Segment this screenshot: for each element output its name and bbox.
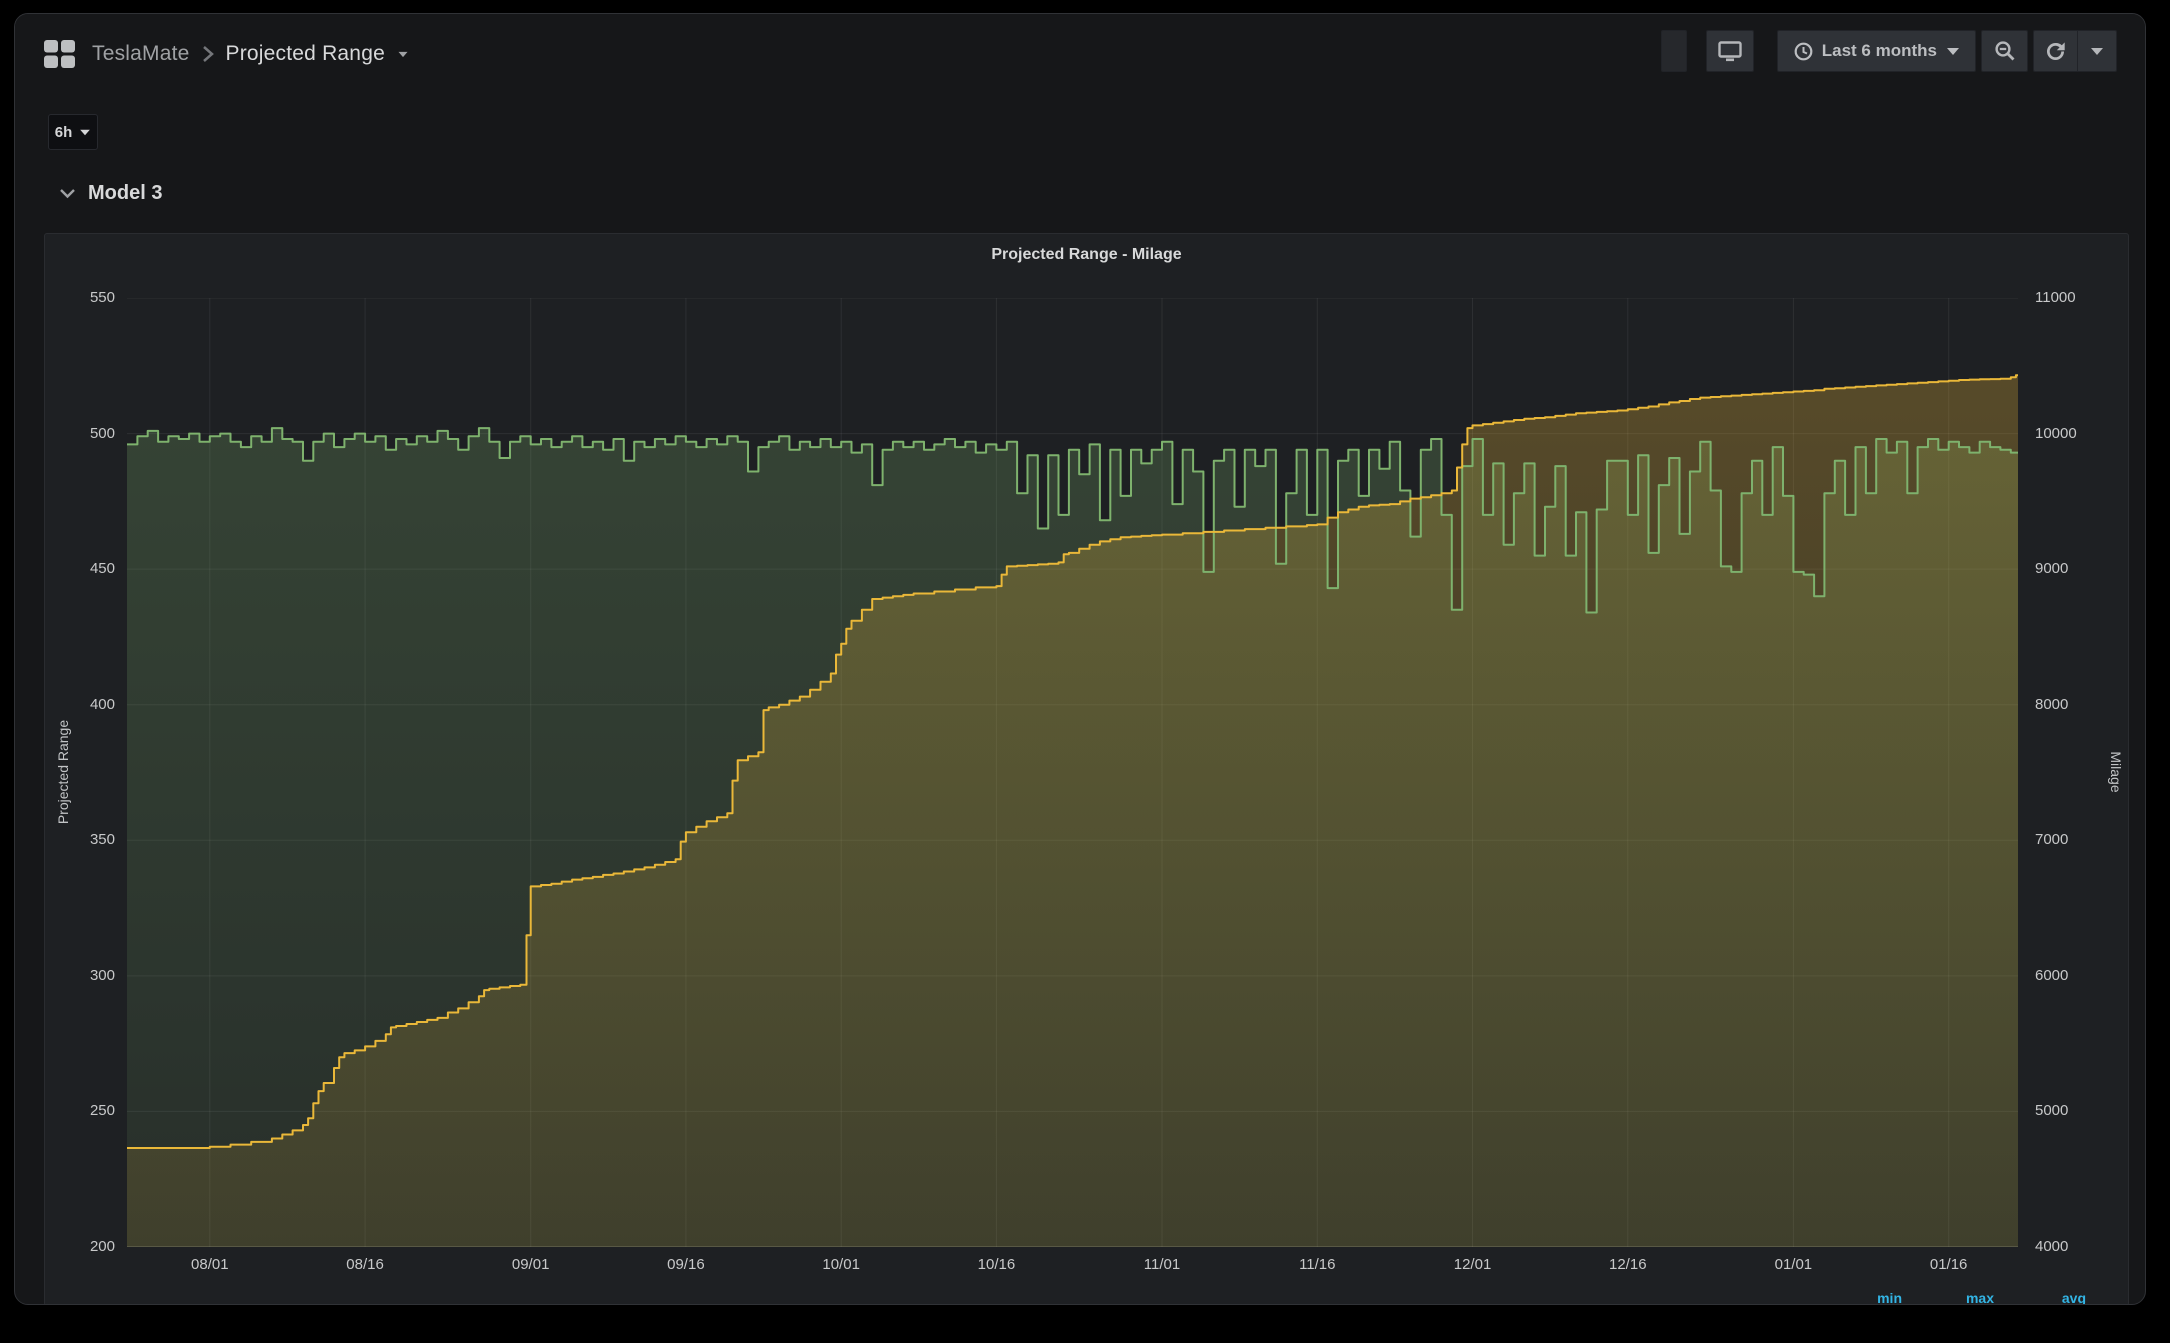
y-right-tick-11000: 11000 (2035, 289, 2076, 306)
y-left-tick-300: 300 (89, 966, 115, 984)
y-right-tick-10000: 10000 (2035, 424, 2077, 442)
refresh-button-group (2033, 30, 2117, 72)
y-left-tick-350: 350 (89, 831, 115, 849)
refresh-caret-icon (2091, 47, 2103, 55)
time-range-picker[interactable]: Last 6 months (1776, 30, 1976, 72)
y-right-tick-7000: 7000 (2035, 831, 2069, 849)
plot-area[interactable] (127, 297, 2018, 1248)
row-header-model3[interactable]: Model 3 (59, 180, 162, 206)
refresh-interval-dropdown[interactable] (2077, 30, 2117, 72)
breadcrumb-app-name[interactable]: TeslaMate (92, 42, 190, 66)
interval-caret-icon (80, 129, 91, 135)
x-tick-09/16: 09/16 (667, 1256, 705, 1273)
chart-canvas[interactable] (127, 297, 2018, 1248)
dashboard-title-caret-icon[interactable] (398, 51, 408, 57)
y-left-tick-200: 200 (89, 1238, 115, 1255)
cycle-view-button[interactable] (1705, 30, 1754, 72)
x-tick-12/16: 12/16 (1609, 1256, 1647, 1273)
y-left-tick-400: 400 (89, 695, 115, 713)
grafana-window: TeslaMate Projected Range Last 6 months … (14, 13, 2146, 1305)
y-right-tick-9000: 9000 (2035, 560, 2069, 578)
breadcrumb: TeslaMate Projected Range (44, 36, 409, 72)
breadcrumb-dashboard-title[interactable]: Projected Range (226, 42, 385, 66)
monitor-icon (1718, 40, 1742, 62)
interval-value: 6h (54, 123, 73, 141)
clock-icon (1794, 42, 1813, 61)
navbar: TeslaMate Projected Range Last 6 months (15, 14, 2145, 102)
y-right-tick-5000: 5000 (2035, 1102, 2069, 1120)
y-right-tick-8000: 8000 (2035, 695, 2069, 713)
x-tick-08/01: 08/01 (191, 1256, 229, 1273)
x-tick-10/01: 10/01 (822, 1256, 860, 1273)
y-left-tick-550: 550 (89, 289, 115, 306)
y-right-tick-4000: 4000 (2035, 1238, 2069, 1255)
zoom-out-icon (1994, 40, 2016, 62)
row-title: Model 3 (88, 181, 163, 204)
x-tick-10/16: 10/16 (977, 1256, 1016, 1273)
navbar-toolbar: Last 6 months (1660, 30, 2117, 72)
refresh-icon (2045, 41, 2066, 62)
legend-header-max[interactable]: max (1902, 1290, 1994, 1304)
y-left-tick-500: 500 (89, 424, 115, 442)
x-tick-01/01: 01/01 (1774, 1256, 1813, 1273)
time-range-label: Last 6 months (1821, 41, 1937, 60)
x-tick-12/01: 12/01 (1453, 1256, 1492, 1273)
y-right-tick-6000: 6000 (2035, 966, 2069, 984)
toolbar-blank-button[interactable] (1660, 30, 1687, 72)
y-left-tick-250: 250 (89, 1102, 115, 1120)
x-tick-11/16: 11/16 (1299, 1256, 1336, 1273)
chevron-right-icon (202, 45, 214, 63)
x-tick-08/16: 08/16 (346, 1256, 384, 1273)
time-range-caret-icon (1947, 47, 1959, 55)
legend-header-min[interactable]: min (1810, 1290, 1902, 1304)
zoom-out-button[interactable] (1981, 30, 2028, 72)
legend-header-avg[interactable]: avg (1994, 1290, 2086, 1304)
chevron-down-icon (59, 188, 76, 199)
panel-title[interactable]: Projected Range - Milage (45, 246, 2128, 264)
y-left-tick-450: 450 (89, 560, 115, 578)
dashboard-grid-icon[interactable] (44, 40, 75, 68)
x-tick-09/01: 09/01 (511, 1256, 550, 1273)
x-tick-01/16: 01/16 (1929, 1256, 1968, 1273)
legend-header-row: min max avg (1810, 1290, 2086, 1304)
panel-projected-range-milage: Projected Range - Milage Projected Range… (44, 233, 2129, 1304)
refresh-button[interactable] (2033, 30, 2077, 72)
interval-picker[interactable]: 6h (48, 114, 98, 150)
y-axis-label-right: Milage (2108, 751, 2124, 793)
x-tick-11/01: 11/01 (1143, 1256, 1181, 1273)
